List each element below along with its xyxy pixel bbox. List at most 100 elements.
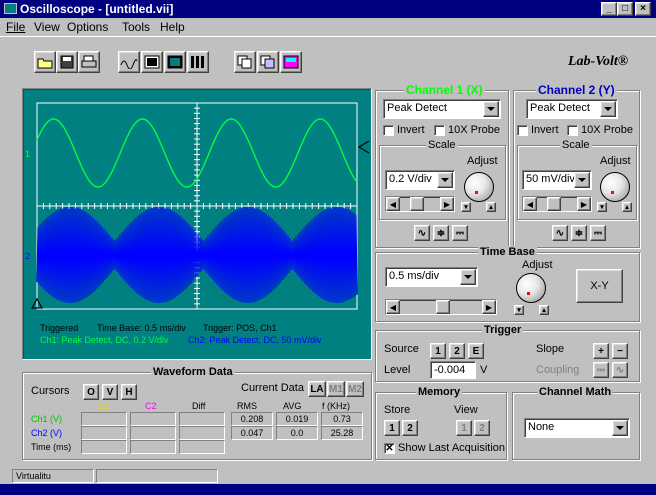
chevron-right-icon[interactable]: ▶ [440, 197, 454, 211]
copy-icon[interactable] [234, 51, 256, 73]
menu-help[interactable]: Help [160, 20, 185, 34]
channel1-adjust-knob[interactable] [464, 172, 494, 202]
slider-thumb[interactable] [410, 197, 424, 211]
waveform-data-title: Waveform Data [151, 366, 235, 378]
xy-mode-button[interactable]: X-Y [576, 269, 623, 303]
channel1-dc-coupling[interactable]: ⎓ [452, 225, 468, 241]
channel2-knob-up[interactable]: ▴ [622, 202, 632, 212]
channel2-scale-slider[interactable]: ◀ ▶ [522, 196, 592, 212]
channel2-invert-checkbox[interactable] [517, 125, 528, 136]
channel-math-title: Channel Math [537, 386, 614, 398]
chevron-down-icon[interactable] [574, 172, 590, 188]
cursor-h-button[interactable]: H [121, 384, 137, 400]
channel2-ac-coupling[interactable]: ∿ [552, 225, 568, 241]
menu-file[interactable]: File [6, 20, 25, 34]
menu-view[interactable]: View [34, 20, 60, 34]
channel2-dc-coupling[interactable]: ⎓ [590, 225, 606, 241]
chevron-down-icon[interactable] [612, 420, 628, 436]
channel1-mode-select[interactable]: Peak Detect [383, 99, 501, 119]
channel1-knob-up[interactable]: ▴ [486, 202, 496, 212]
timebase-knob-up[interactable]: ▴ [539, 305, 549, 315]
channel1-gnd-coupling[interactable]: ≑ [433, 225, 449, 241]
channel1-scale-value: 0.2 V/div [389, 173, 432, 185]
slider-thumb[interactable] [436, 300, 450, 314]
channel1-invert-label: Invert [397, 124, 425, 136]
status-timebase: Time Base: 0.5 ms/div [97, 323, 186, 333]
memory-view-label: View [454, 404, 478, 416]
channel1-scale-select[interactable]: 0.2 V/div [385, 170, 455, 190]
trigger-source-1[interactable]: 1 [430, 343, 446, 359]
coupling-ac-button[interactable]: ∿ [612, 362, 628, 378]
store-2-button[interactable]: 2 [402, 420, 418, 436]
channel1-knob-down[interactable]: ▾ [461, 202, 471, 212]
mem1-button[interactable]: M1 [327, 381, 345, 397]
copy-data-icon[interactable] [257, 51, 279, 73]
cell-time-c2 [130, 440, 176, 454]
channel2-probe-checkbox[interactable] [567, 125, 578, 136]
channel1-scale-slider[interactable]: ◀ ▶ [385, 196, 455, 212]
slope-positive-button[interactable]: + [593, 343, 609, 359]
timebase-select[interactable]: 0.5 ms/div [385, 267, 478, 287]
maximize-button[interactable]: □ [617, 2, 633, 16]
timebase-knob-down[interactable]: ▾ [514, 305, 524, 315]
bars-icon[interactable] [187, 51, 209, 73]
channel-math-select[interactable]: None [524, 418, 630, 438]
chevron-down-icon[interactable] [460, 269, 476, 285]
chevron-left-icon[interactable]: ◀ [523, 197, 537, 211]
status-pane: Virtualitu [12, 469, 94, 483]
timebase-slider[interactable]: ◀ ▶ [385, 299, 497, 315]
channel1-probe-checkbox[interactable] [434, 125, 445, 136]
close-button[interactable]: × [635, 2, 651, 16]
store-1-button[interactable]: 1 [384, 420, 400, 436]
save-icon[interactable] [56, 51, 78, 73]
show-last-checkbox[interactable]: ✕ [384, 443, 395, 454]
channel1-panel: Channel 1 (X) Peak Detect Invert 10X Pro… [375, 83, 509, 248]
minimize-button[interactable]: _ [601, 2, 617, 16]
chevron-left-icon[interactable]: ◀ [386, 197, 400, 211]
channel1-ac-coupling[interactable]: ∿ [414, 225, 430, 241]
last-acq-button[interactable]: LA [308, 381, 326, 397]
mem2-button[interactable]: M2 [346, 381, 364, 397]
trigger-source-2[interactable]: 2 [449, 343, 465, 359]
channel2-gnd-coupling[interactable]: ≑ [571, 225, 587, 241]
channel2-adjust-knob[interactable] [600, 172, 630, 202]
chevron-left-icon[interactable]: ◀ [386, 300, 400, 314]
trigger-source-e[interactable]: E [468, 343, 484, 359]
channel1-invert-checkbox[interactable] [383, 125, 394, 136]
channel2-mode-select[interactable]: Peak Detect [526, 99, 618, 119]
chevron-down-icon[interactable] [483, 101, 499, 117]
waveform-data-panel: Waveform Data Cursors O V H Current Data… [22, 366, 372, 460]
ch1-marker: 1 [25, 149, 30, 159]
chevron-down-icon[interactable] [600, 101, 616, 117]
trigger-level-unit: V [480, 364, 488, 376]
coupling-dc-button[interactable]: ⎓ [593, 362, 609, 378]
status-ch1: Ch1: Peak Detect, DC, 0.2 V/div [40, 335, 169, 345]
print-icon[interactable] [78, 51, 100, 73]
channel2-scale-select[interactable]: 50 mV/div [522, 170, 592, 190]
channel1-scale-group: Scale Adjust 0.2 V/div ▾ ▴ ◀ ▶ [379, 139, 506, 220]
slope-negative-button[interactable]: − [612, 343, 628, 359]
scope-screen-icon[interactable] [164, 51, 186, 73]
display-icon[interactable] [141, 51, 163, 73]
waveform-icon[interactable] [118, 51, 140, 73]
channel1-probe-label: 10X Probe [448, 124, 500, 136]
chevron-right-icon[interactable]: ▶ [577, 197, 591, 211]
cell-ch1-avg: 0.019 [276, 412, 318, 426]
chevron-down-icon[interactable] [437, 172, 453, 188]
slider-thumb[interactable] [547, 197, 561, 211]
app-icon [4, 3, 17, 14]
cursor-off-button[interactable]: O [83, 384, 99, 400]
channel2-knob-down[interactable]: ▾ [597, 202, 607, 212]
view-1-button[interactable]: 1 [456, 420, 472, 436]
color-settings-icon[interactable] [280, 51, 302, 73]
menu-options[interactable]: Options [67, 20, 108, 34]
chevron-right-icon[interactable]: ▶ [482, 300, 496, 314]
trigger-level-input[interactable]: -0.004 [430, 361, 476, 379]
window-title: Oscilloscope - [untitled.vii] [20, 2, 174, 16]
lab-volt-logo: Lab-Volt® [568, 54, 629, 69]
menu-tools[interactable]: Tools [122, 20, 150, 34]
open-icon[interactable] [34, 51, 56, 73]
view-2-button[interactable]: 2 [474, 420, 490, 436]
timebase-adjust-knob[interactable] [516, 273, 546, 303]
cursor-v-button[interactable]: V [102, 384, 118, 400]
